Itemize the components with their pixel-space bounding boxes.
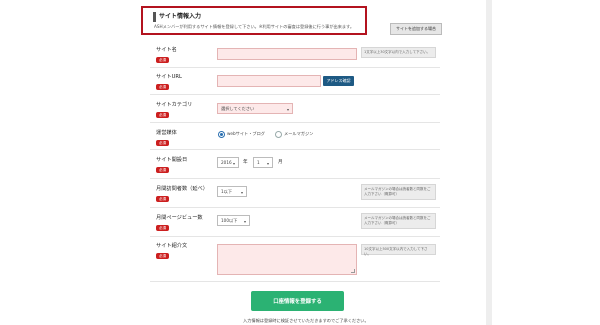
radio-mail-label: メールマガジン — [284, 131, 314, 136]
right-sidebar-rail — [486, 0, 492, 325]
monthly-pv-select[interactable]: 100以下 ▾ — [217, 215, 250, 226]
radio-web-label: webサイト・ブログ — [227, 131, 265, 136]
category-label: サイトカテゴリ — [156, 102, 193, 108]
chevron-down-icon: ▾ — [243, 219, 246, 224]
year-selected: 2016 — [221, 160, 232, 165]
row-divider — [150, 281, 440, 282]
chevron-down-icon: ▾ — [266, 161, 269, 166]
intro-textarea[interactable] — [217, 244, 357, 275]
monthly-visits-help: メールマガジンの場合は読者数と同数をご入力下さい（概算可） — [361, 184, 436, 200]
section-header: サイト情報入力 ASHメンバーが利用するサイト情報を登録して下さい。※利用サイト… — [141, 6, 367, 35]
site-name-help: 1文字以上30文字以内で入力して下さい。 — [361, 47, 436, 58]
radio-web[interactable] — [218, 131, 225, 138]
open-date-label: サイト開設日 — [156, 157, 188, 163]
submit-note: 入力情報は登録時に検証させていただきますのでご了承ください。 — [243, 318, 369, 323]
monthly-pv-help: メールマガジンの場合は読者数と同数をご入力下さい（概算可） — [361, 213, 436, 229]
page-background-left — [0, 0, 140, 325]
row-divider — [150, 94, 440, 95]
row-divider — [150, 236, 440, 237]
monthly-visits-selected: 1以下 — [221, 188, 233, 194]
radio-mail[interactable] — [275, 131, 282, 138]
category-selected: 選択してください — [221, 105, 255, 111]
required-badge: 必須 — [156, 167, 169, 173]
submit-button[interactable]: 口座情報を登録する — [251, 291, 344, 311]
media-label: 運営媒体 — [156, 130, 177, 136]
required-badge: 必須 — [156, 225, 169, 231]
required-badge: 必須 — [156, 196, 169, 202]
category-select[interactable]: 選択してください ▾ — [217, 103, 293, 114]
month-selected: 1 — [257, 160, 260, 165]
row-divider — [150, 67, 440, 68]
month-unit: 月 — [278, 160, 283, 165]
row-divider — [150, 122, 440, 123]
required-badge: 必須 — [156, 253, 169, 259]
chevron-down-icon: ▾ — [286, 107, 289, 112]
monthly-pv-label: 月間ページビュー数 — [156, 215, 203, 221]
chevron-down-icon: ▾ — [240, 190, 243, 195]
section-title: サイト情報入力 — [159, 13, 202, 20]
year-unit: 年 — [243, 160, 248, 165]
year-select[interactable]: 2016 ▾ — [217, 157, 239, 168]
monthly-visits-select[interactable]: 1以下 ▾ — [217, 186, 247, 197]
site-name-label: サイト名 — [156, 47, 177, 53]
chevron-down-icon: ▾ — [232, 161, 235, 166]
site-url-input[interactable] — [217, 75, 321, 87]
section-description: ASHメンバーが利用するサイト情報を登録して下さい。※利用サイトの審査は登録後に… — [154, 24, 355, 29]
site-name-input[interactable] — [217, 48, 357, 60]
intro-label: サイト紹介文 — [156, 243, 188, 249]
section-marker-icon — [153, 12, 156, 22]
required-badge: 必須 — [156, 140, 169, 146]
howto-button[interactable]: サイトを追加する場合 — [390, 23, 442, 35]
monthly-pv-selected: 100以下 — [221, 217, 238, 223]
row-divider — [150, 149, 440, 150]
required-badge: 必須 — [156, 84, 169, 90]
site-url-label: サイトURL — [156, 74, 182, 80]
intro-help: 10文字以上500文字以内で入力して下さい。 — [361, 244, 436, 256]
resize-handle-icon[interactable] — [351, 269, 355, 273]
month-select[interactable]: 1 ▾ — [253, 157, 273, 168]
monthly-visits-label: 月間訪問者数（延べ） — [156, 186, 208, 192]
required-badge: 必須 — [156, 112, 169, 118]
required-badge: 必須 — [156, 57, 169, 63]
address-check-button[interactable]: アドレス確認 — [323, 76, 354, 86]
row-divider — [150, 178, 440, 179]
row-divider — [150, 207, 440, 208]
